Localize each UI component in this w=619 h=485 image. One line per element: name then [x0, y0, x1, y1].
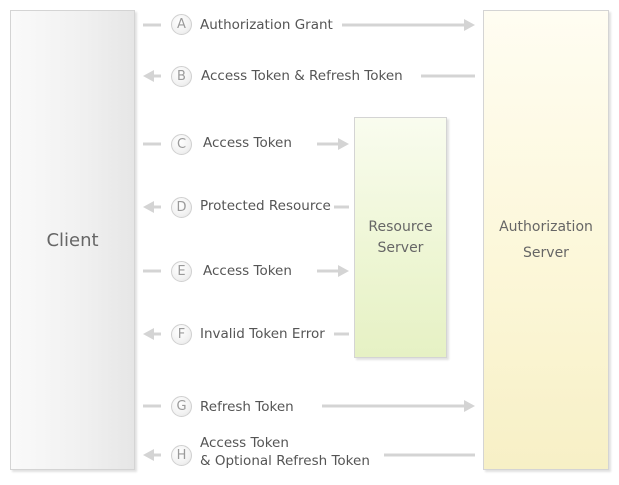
step-g-label: Refresh Token [200, 399, 294, 415]
step-e-label: Access Token [203, 263, 292, 279]
arrow-e-head [338, 265, 349, 277]
step-h-label: Access Token & Optional Refresh Token [200, 435, 370, 469]
step-d-label: Protected Resource [200, 198, 331, 214]
arrow-g-head [464, 400, 475, 412]
step-e-circle: E [171, 261, 192, 282]
step-g-circle: G [171, 396, 192, 417]
step-c-circle: C [171, 134, 192, 155]
arrow-c-head [338, 138, 349, 150]
step-a-label: Authorization Grant [200, 17, 333, 33]
step-c-label: Access Token [203, 135, 292, 151]
step-f-label: Invalid Token Error [200, 326, 325, 342]
step-h-circle: H [171, 445, 192, 466]
step-b-label: Access Token & Refresh Token [201, 68, 403, 84]
step-d-circle: D [171, 197, 192, 218]
step-b-circle: B [171, 66, 192, 87]
arrow-a-head [464, 19, 475, 31]
step-f-circle: F [171, 324, 192, 345]
step-a-circle: A [171, 14, 192, 35]
